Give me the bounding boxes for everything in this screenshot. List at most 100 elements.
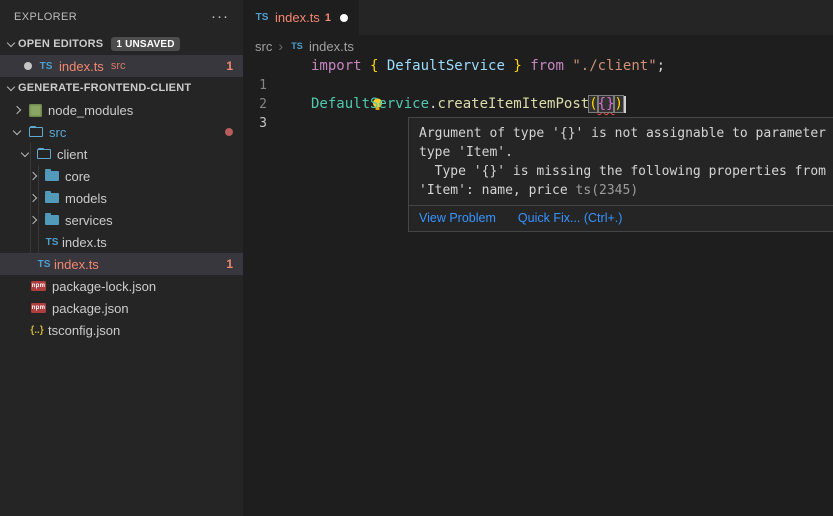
node-modules-folder-icon [29,104,42,117]
line-number: 3 [243,114,267,133]
token-bracket-match: ) [614,96,622,112]
chevron-right-icon[interactable] [29,172,37,180]
modified-dot-icon[interactable] [24,62,32,70]
error-message: Argument of type '{}' is not assignable … [409,118,833,205]
tab-bar: TS index.ts 1 [243,0,833,35]
token-function: createItemItemPost [437,96,589,112]
json-braces-file-icon: {..} [29,325,45,336]
open-editor-path-detail: src [111,60,126,72]
open-editor-item-index-ts[interactable]: TS index.ts src 1 [0,55,243,77]
folder-icon [45,215,59,225]
token-bracket-match: ( [589,96,597,112]
chevron-down-icon[interactable] [13,126,21,134]
typescript-file-icon: TS [289,41,305,51]
token-class: DefaultService [311,96,429,112]
token-punctuation: ; [657,58,665,74]
tree-item-label: index.ts [54,257,99,272]
open-folder-icon [37,149,51,159]
token-brace: } [505,58,530,74]
breadcrumb-file[interactable]: index.ts [309,39,354,54]
chevron-right-icon[interactable] [29,194,37,202]
tree-item-core[interactable]: core [0,165,243,187]
tree-item-label: services [65,213,113,228]
tree-item-models[interactable]: models [0,187,243,209]
tree-item-label: node_modules [48,103,133,118]
error-count-badge: 1 [226,59,233,73]
project-name-label: GENERATE-FRONTEND-CLIENT [18,82,191,94]
tab-index-ts[interactable]: TS index.ts 1 [243,0,359,35]
code-line-2: 2 [243,76,833,95]
error-line-text: 'Item': name, price [419,183,576,198]
tab-error-count: 1 [325,12,331,24]
tooltip-actions: View Problem Quick Fix... (Ctrl+.) [409,205,833,231]
code-line-3: 3 DefaultService.createItemItemPost({}) [243,95,833,114]
tree-item-client[interactable]: client [0,143,243,165]
typescript-file-icon: TS [44,237,60,248]
open-editors-label: OPEN EDITORS [18,38,103,50]
tree-item-label: client [57,147,87,162]
tree-item-src-index-ts[interactable]: TS index.ts 1 [0,253,243,275]
open-editor-filename: index.ts [59,59,104,74]
text-cursor [624,96,627,113]
tree-item-label: core [65,169,90,184]
unsaved-dot-icon[interactable] [340,14,348,22]
modified-indicator-dot-icon [225,128,233,136]
explorer-header: EXPLORER ··· [0,0,243,33]
tree-item-src[interactable]: src [0,121,243,143]
open-editors-section-header[interactable]: OPEN EDITORS 1 UNSAVED [0,33,243,55]
error-code: ts(2345) [576,183,639,198]
tree-item-package-lock-json[interactable]: npm package-lock.json [0,275,243,297]
token-brace: { [370,58,387,74]
tree-item-label: models [65,191,107,206]
code-editor[interactable]: 1 import { DefaultService } from "./clie… [243,57,833,114]
token-string: "./client" [572,58,656,74]
folder-icon [45,193,59,203]
vscode-window: EXPLORER ··· OPEN EDITORS 1 UNSAVED TS i… [0,0,833,516]
token-keyword: from [530,58,572,74]
npm-file-icon: npm [31,281,46,291]
error-line: type 'Item'. [419,143,833,162]
tree-item-tsconfig-json[interactable]: {..} tsconfig.json [0,319,243,341]
tree-item-client-index-ts[interactable]: TS index.ts [0,231,243,253]
more-actions-icon[interactable]: ··· [211,12,229,22]
tree-item-node-modules[interactable]: node_modules [0,99,243,121]
chevron-right-icon[interactable] [13,106,21,114]
editor-area[interactable]: TS index.ts 1 src › TS index.ts 1 import… [243,0,833,516]
tree-item-label: index.ts [62,235,107,250]
breadcrumb-separator-icon: › [278,38,283,54]
unsaved-badge: 1 UNSAVED [111,37,179,51]
error-line: Type '{}' is missing the following prope… [419,162,833,181]
breadcrumb-folder[interactable]: src [255,39,272,54]
tree-item-label: package.json [52,301,129,316]
code-line-1: 1 import { DefaultService } from "./clie… [243,57,833,76]
chevron-down-icon[interactable] [21,148,29,156]
error-line: 'Item': name, price ts(2345) [419,181,833,200]
token-keyword: import [311,58,370,74]
tree-item-services[interactable]: services [0,209,243,231]
folder-icon [45,171,59,181]
breadcrumb: src › TS index.ts [255,35,354,57]
typescript-file-icon: TS [38,61,54,72]
chevron-down-icon[interactable] [7,38,15,46]
error-line: Argument of type '{}' is not assignable … [419,124,833,143]
open-folder-icon [29,127,43,137]
project-section-header[interactable]: GENERATE-FRONTEND-CLIENT [0,77,243,99]
chevron-down-icon[interactable] [7,82,15,90]
explorer-sidebar: EXPLORER ··· OPEN EDITORS 1 UNSAVED TS i… [0,0,243,516]
tree-item-package-json[interactable]: npm package.json [0,297,243,319]
token-error-braces: {} [598,96,615,112]
tree-item-label: tsconfig.json [48,323,120,338]
token-identifier: DefaultService [387,58,505,74]
tree-item-label: src [49,125,66,140]
quick-fix-link[interactable]: Quick Fix... (Ctrl+.) [518,211,623,225]
error-hover-tooltip: Argument of type '{}' is not assignable … [408,117,833,232]
npm-file-icon: npm [31,303,46,313]
error-count-badge: 1 [226,257,233,271]
view-problem-link[interactable]: View Problem [419,211,496,225]
explorer-title: EXPLORER [14,11,77,23]
tab-filename: index.ts [275,10,320,25]
typescript-file-icon: TS [36,259,52,270]
typescript-file-icon: TS [254,12,270,23]
tree-item-label: package-lock.json [52,279,156,294]
chevron-right-icon[interactable] [29,216,37,224]
